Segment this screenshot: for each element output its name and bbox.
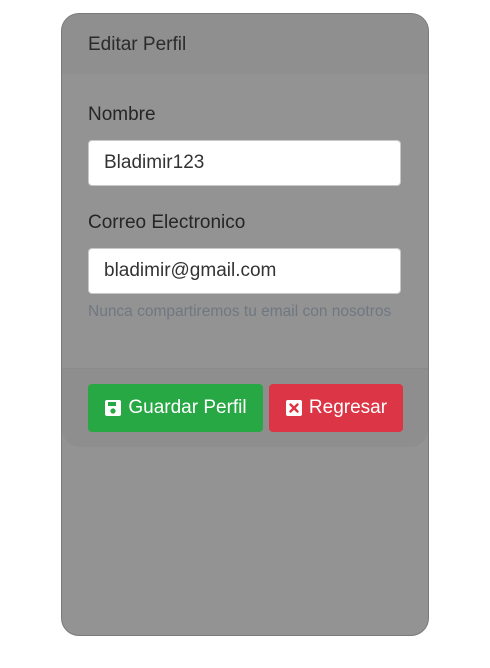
edit-profile-card: Editar Perfil Nombre Correo Electronico … [61,13,429,636]
save-profile-button[interactable]: Guardar Perfil [88,384,263,432]
email-input[interactable] [88,248,401,294]
back-label: Regresar [308,397,388,418]
card-header: Editar Perfil [62,14,428,75]
back-button[interactable]: Regresar [269,384,403,432]
email-help-text: Nunca compartiremos tu email con nosotro… [88,303,392,320]
card-footer: Guardar Perfil Regresar [62,368,428,447]
floppy-disk-icon [104,399,122,417]
name-label: Nombre [88,104,156,125]
name-input[interactable] [88,140,401,186]
save-profile-label: Guardar Perfil [128,397,247,418]
close-square-icon [285,399,303,417]
email-label: Correo Electronico [88,212,246,233]
card-title: Editar Perfil [88,34,187,55]
